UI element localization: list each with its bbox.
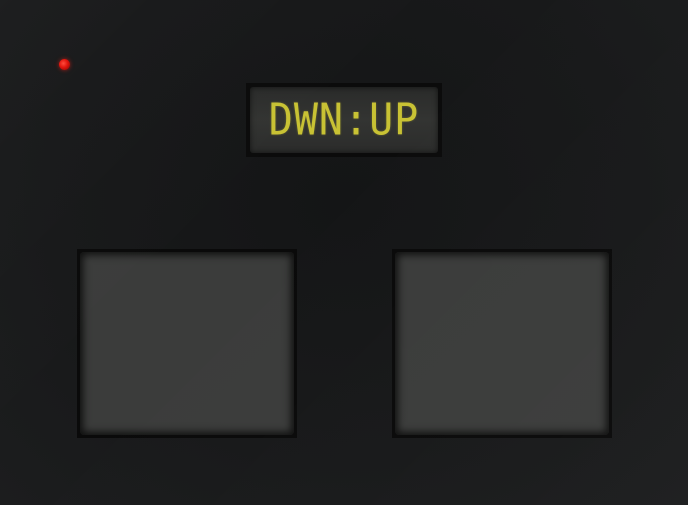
lcd-display: DWN:UP [250,87,438,153]
left-pad-button[interactable] [80,252,294,435]
left-pad-frame [77,249,297,438]
status-led-indicator [59,59,70,70]
lcd-display-text: DWN:UP [268,94,420,146]
right-pad-button[interactable] [395,252,609,435]
lcd-display-frame: DWN:UP [246,83,442,157]
controller-panel: DWN:UP [0,0,688,505]
right-pad-frame [392,249,612,438]
